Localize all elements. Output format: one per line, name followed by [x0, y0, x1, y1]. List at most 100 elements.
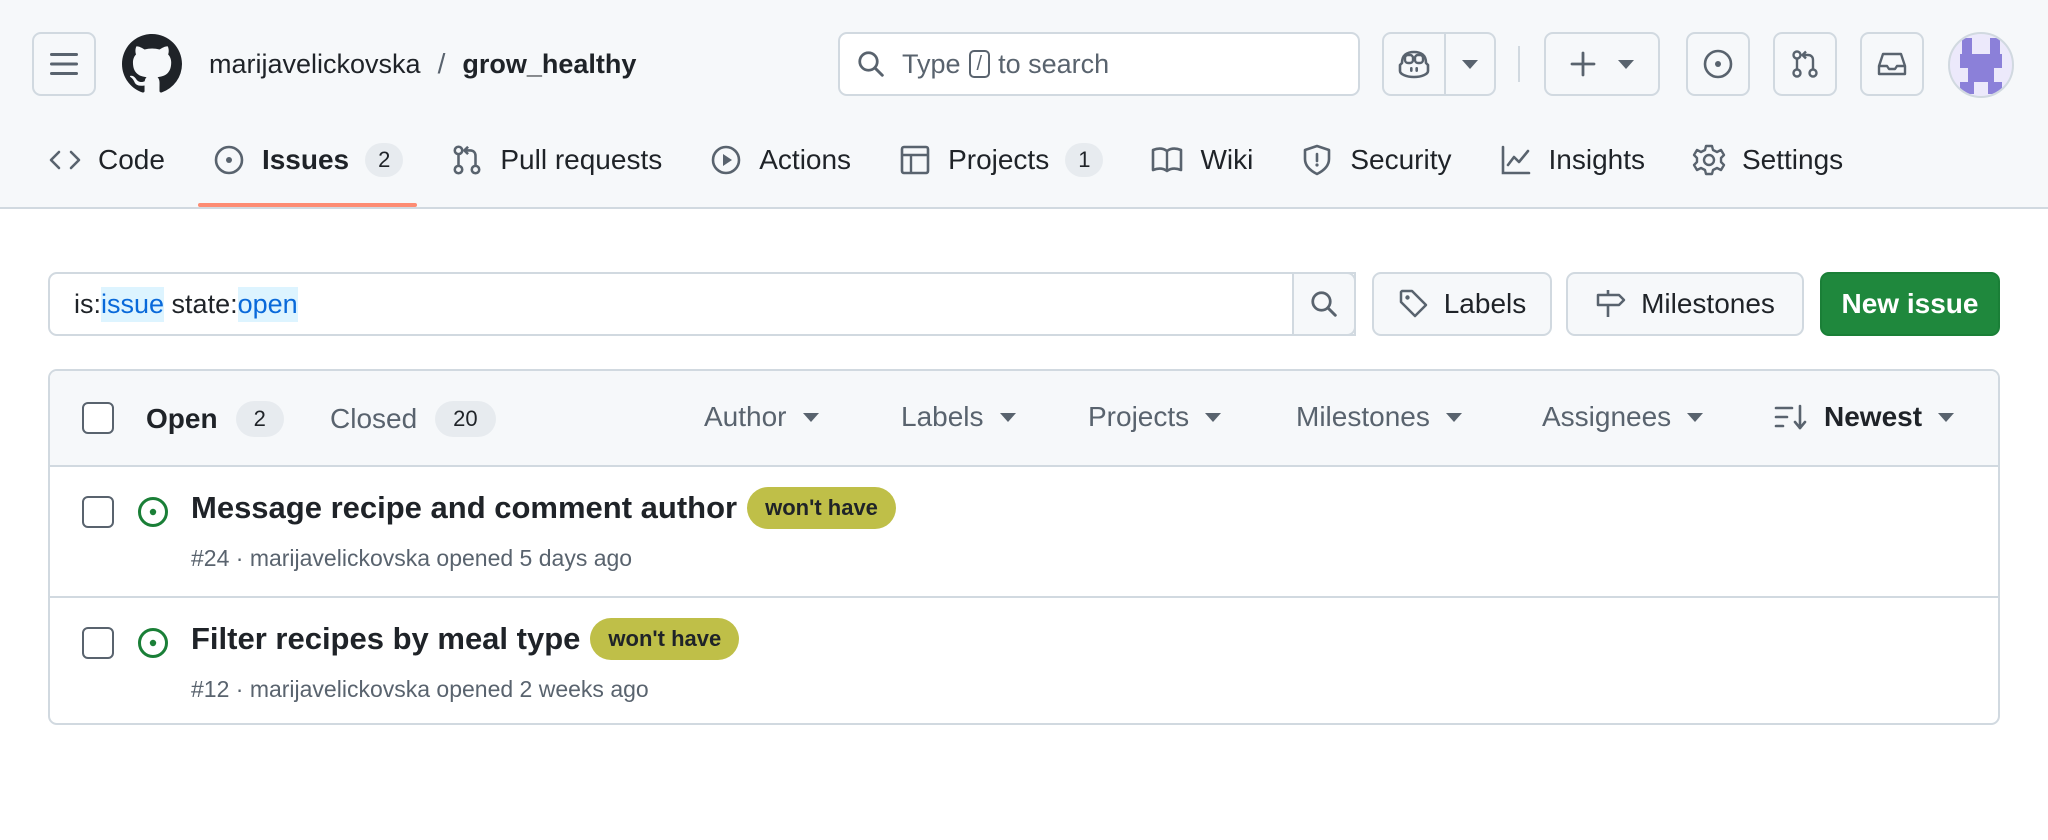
- tab-projects-label: Projects: [948, 144, 1050, 175]
- sort-dropdown[interactable]: Newest: [1774, 401, 1955, 433]
- git-pull-request-icon: [453, 145, 481, 175]
- copilot-button-group: [1382, 32, 1496, 96]
- open-issues-tab[interactable]: Open 2: [146, 401, 284, 437]
- create-new-button[interactable]: [1544, 32, 1660, 96]
- your-issues-button[interactable]: [1686, 32, 1750, 96]
- tab-wiki-label: Wiki: [1200, 144, 1254, 175]
- issue-title-link[interactable]: Message recipe and comment author: [191, 490, 737, 526]
- issue-title-line: Message recipe and comment author won't …: [191, 487, 896, 529]
- tab-code[interactable]: Code: [32, 132, 181, 188]
- user-avatar[interactable]: [1948, 32, 2014, 98]
- tab-settings-label: Settings: [1742, 144, 1844, 175]
- avatar-identicon-icon: [1960, 38, 2002, 94]
- select-all-checkbox[interactable]: [82, 402, 114, 434]
- your-pull-requests-button[interactable]: [1773, 32, 1837, 96]
- chevron-down-icon: [999, 412, 1016, 422]
- github-logo-icon[interactable]: [122, 34, 182, 94]
- projects-filter-dropdown[interactable]: Projects: [1088, 401, 1222, 433]
- author-filter-label: Author: [704, 401, 787, 432]
- closed-issues-tab[interactable]: Closed 20: [330, 401, 496, 437]
- issue-title-link[interactable]: Filter recipes by meal type: [191, 621, 580, 657]
- tab-security-label: Security: [1350, 144, 1452, 175]
- chevron-down-icon: [1205, 412, 1222, 422]
- issue-title-line: Filter recipes by meal type won't have: [191, 618, 740, 660]
- tab-issues[interactable]: Issues 2: [196, 132, 419, 207]
- hamburger-menu-button[interactable]: [32, 32, 96, 96]
- tab-projects[interactable]: Projects 1: [882, 132, 1119, 188]
- issue-row[interactable]: Message recipe and comment author won't …: [50, 467, 1998, 598]
- search-placeholder-suffix: to search: [998, 48, 1110, 79]
- issue-row[interactable]: Filter recipes by meal type won't have #…: [50, 598, 1998, 723]
- issue-checkbox[interactable]: [82, 496, 114, 528]
- labels-filter-dropdown[interactable]: Labels: [901, 401, 1016, 433]
- open-count-badge: 2: [235, 401, 284, 437]
- search-icon: [858, 51, 884, 77]
- issue-opened-icon: [1703, 49, 1733, 79]
- copilot-dropdown-button[interactable]: [1446, 32, 1496, 96]
- tab-security[interactable]: Security: [1284, 132, 1467, 188]
- issue-opened-icon: [138, 497, 168, 527]
- sort-label: Newest: [1824, 401, 1923, 432]
- chevron-down-icon: [1462, 59, 1478, 69]
- repo-owner-link[interactable]: marijavelickovska: [209, 49, 421, 80]
- assignees-filter-dropdown[interactable]: Assignees: [1542, 401, 1704, 433]
- notifications-inbox-button[interactable]: [1860, 32, 1924, 96]
- closed-count-badge: 20: [435, 401, 496, 437]
- chevron-down-icon: [1938, 412, 1955, 422]
- projects-filter-label: Projects: [1088, 401, 1190, 432]
- issues-filter-input[interactable]: is: issue state: open: [48, 272, 1356, 336]
- shield-icon: [1304, 144, 1331, 176]
- tab-pull-requests-label: Pull requests: [500, 144, 663, 175]
- global-search-input[interactable]: Type / to search: [838, 32, 1360, 96]
- milestones-filter-label: Milestones: [1296, 401, 1430, 432]
- filter-token-key: state:: [171, 288, 238, 319]
- code-icon: [49, 150, 81, 170]
- search-icon: [1311, 291, 1337, 317]
- new-issue-button[interactable]: New issue: [1820, 272, 2000, 336]
- table-icon: [900, 145, 930, 175]
- tab-wiki[interactable]: Wiki: [1134, 132, 1269, 188]
- issue-label-badge[interactable]: won't have: [590, 618, 740, 660]
- copilot-icon: [1398, 50, 1430, 79]
- repo-path-separator: /: [437, 48, 446, 79]
- issues-list: Open 2 Closed 20 Author Labels Projects …: [48, 369, 2000, 725]
- milestone-icon: [1596, 290, 1626, 317]
- assignees-filter-label: Assignees: [1542, 401, 1672, 432]
- closed-issues-label: Closed: [330, 403, 418, 434]
- book-icon: [1152, 147, 1183, 173]
- author-filter-dropdown[interactable]: Author: [704, 401, 819, 433]
- labels-button-label: Labels: [1443, 288, 1527, 319]
- hamburger-icon: [50, 53, 78, 75]
- milestones-button[interactable]: Milestones: [1566, 272, 1804, 336]
- projects-count-badge: 1: [1065, 143, 1104, 177]
- tab-code-label: Code: [98, 144, 165, 175]
- issue-opened-icon: [214, 145, 244, 175]
- milestones-button-label: Milestones: [1641, 288, 1775, 319]
- chevron-down-icon: [1445, 412, 1462, 422]
- topbar-divider: [1518, 46, 1520, 82]
- issue-opened-icon: [138, 628, 168, 658]
- issue-label-badge[interactable]: won't have: [747, 487, 896, 529]
- inbox-icon: [1877, 52, 1907, 76]
- issue-checkbox[interactable]: [82, 627, 114, 659]
- tab-settings[interactable]: Settings: [1676, 132, 1859, 188]
- tab-insights[interactable]: Insights: [1483, 132, 1662, 188]
- copilot-button[interactable]: [1382, 32, 1446, 96]
- tab-actions[interactable]: Actions: [693, 132, 867, 188]
- milestones-filter-dropdown[interactable]: Milestones: [1296, 401, 1462, 433]
- search-placeholder-prefix: Type: [902, 48, 961, 79]
- filter-search-button[interactable]: [1292, 272, 1356, 336]
- issues-count-badge: 2: [365, 143, 404, 177]
- filter-token-value: issue: [101, 286, 165, 322]
- plus-icon: [1570, 51, 1596, 77]
- chevron-down-icon: [1618, 59, 1634, 69]
- repo-name-link[interactable]: grow_healthy: [462, 49, 636, 80]
- sort-desc-icon: [1774, 404, 1807, 430]
- filter-token-key: is:: [74, 288, 101, 319]
- graph-icon: [1501, 145, 1530, 175]
- tab-pull-requests[interactable]: Pull requests: [434, 132, 678, 188]
- gear-icon: [1692, 144, 1726, 176]
- git-pull-request-icon: [1792, 50, 1818, 78]
- open-issues-label: Open: [146, 403, 218, 434]
- labels-button[interactable]: Labels: [1372, 272, 1552, 336]
